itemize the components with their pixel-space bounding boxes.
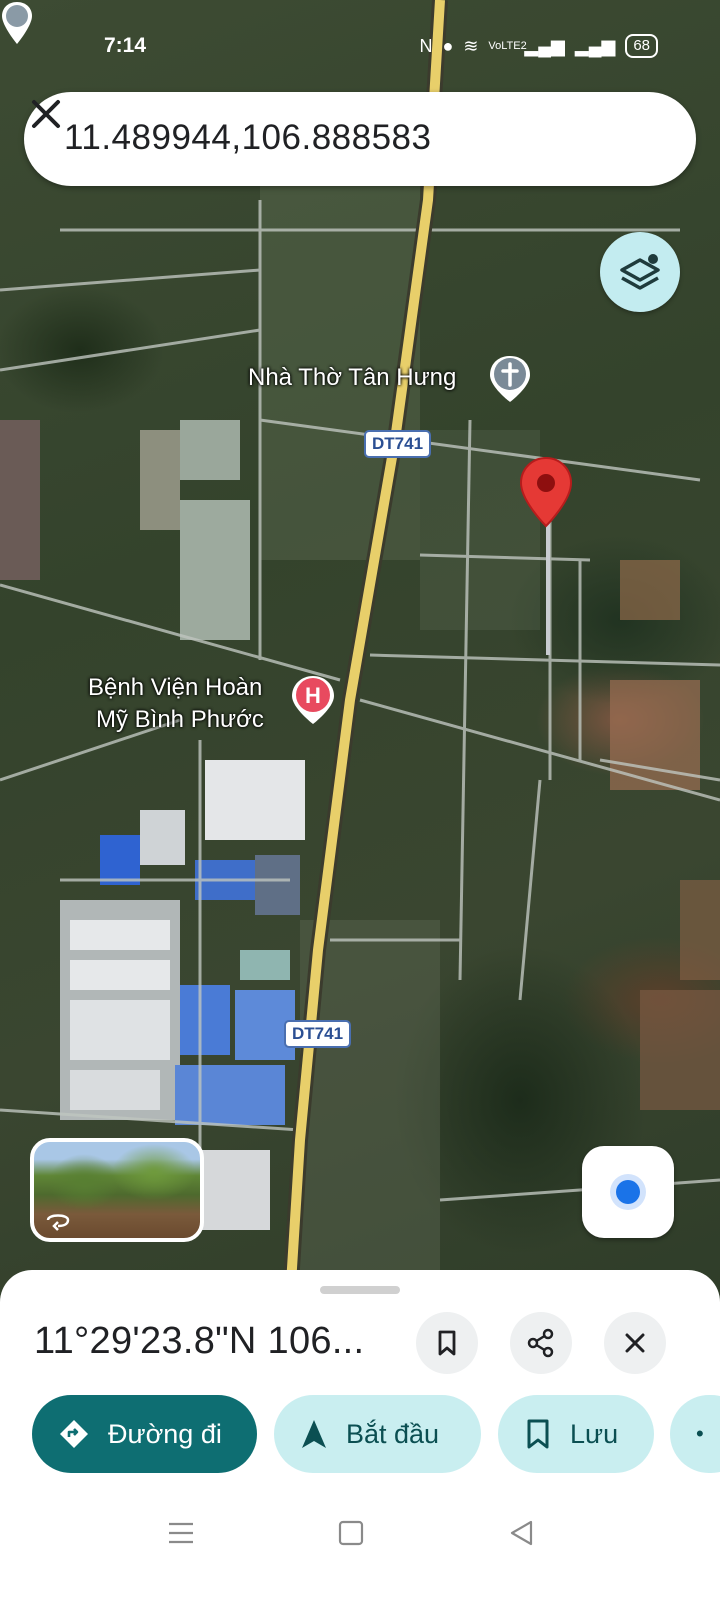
bookmark-button[interactable] — [416, 1312, 478, 1374]
street-view-thumbnail[interactable] — [30, 1138, 204, 1242]
road-shield-dt741-top: DT741 — [364, 430, 432, 458]
home-icon[interactable] — [336, 1518, 366, 1548]
hospital-label-line2[interactable]: Mỹ Bình Phước — [96, 706, 264, 734]
hospital-label-line1[interactable]: Bệnh Viện Hoàn — [88, 674, 262, 702]
network-label: VoLTE2 — [488, 39, 527, 52]
navigation-arrow-icon — [302, 1420, 326, 1448]
status-bar: 7:14 N ● ≋ VoLTE2 ▂▄▆ ▂▄▆ 68 — [0, 30, 720, 66]
share-button[interactable] — [510, 1312, 572, 1374]
save-label: Lưu — [570, 1418, 619, 1449]
my-location-button[interactable] — [582, 1146, 674, 1238]
directions-button[interactable]: Đường đi — [32, 1395, 257, 1473]
hospital-icon[interactable]: H — [290, 674, 336, 726]
status-time: 7:14 — [104, 34, 147, 57]
signal-icon-2: ▂▄▆ — [574, 35, 616, 56]
save-button[interactable]: Lưu — [498, 1395, 654, 1473]
action-row: Đường đi Bắt đầu Lưu • — [32, 1395, 720, 1475]
close-icon — [625, 1333, 645, 1353]
nfc-icon: N — [419, 35, 433, 56]
close-icon[interactable] — [24, 92, 68, 136]
satellite-imagery — [0, 0, 720, 1300]
road-shield-dt741-bottom: DT741 — [284, 1020, 352, 1048]
back-icon[interactable] — [506, 1518, 536, 1548]
pegman-icon[interactable] — [0, 0, 34, 48]
start-label: Bắt đầu — [346, 1418, 440, 1449]
layers-button[interactable] — [600, 232, 680, 312]
location-status-icon: ● — [442, 35, 454, 56]
wifi-icon: ≋ — [463, 35, 479, 56]
menu-icon[interactable] — [166, 1518, 196, 1548]
search-bar[interactable]: 11.489944,106.888583 — [24, 92, 696, 186]
system-nav-bar — [0, 1480, 720, 1600]
search-input[interactable]: 11.489944,106.888583 — [64, 118, 432, 158]
map-view[interactable]: 7:14 N ● ≋ VoLTE2 ▂▄▆ ▂▄▆ 68 11.489944,1… — [0, 0, 720, 1300]
share-icon — [527, 1328, 554, 1358]
directions-icon — [60, 1420, 88, 1448]
my-location-icon — [616, 1180, 640, 1204]
more-icon: • — [696, 1421, 704, 1446]
directions-label: Đường đi — [108, 1418, 222, 1449]
place-title: 11°29'23.8"N 106... — [34, 1320, 365, 1362]
status-icons: N ● ≋ VoLTE2 ▂▄▆ ▂▄▆ 68 — [419, 34, 658, 58]
start-button[interactable]: Bắt đầu — [274, 1395, 481, 1473]
location-pin-icon[interactable] — [518, 456, 574, 528]
signal-icon: ▂▄▆ — [524, 35, 565, 56]
battery-indicator: 68 — [625, 34, 658, 58]
bookmark-icon — [527, 1419, 549, 1449]
drag-handle[interactable] — [320, 1286, 400, 1294]
rotate-360-icon — [46, 1214, 70, 1231]
layers-icon — [620, 254, 660, 290]
church-icon[interactable] — [488, 354, 532, 404]
more-actions-button[interactable]: • — [670, 1395, 720, 1473]
svg-text:H: H — [305, 683, 321, 708]
bookmark-icon — [438, 1330, 456, 1356]
close-sheet-button[interactable] — [604, 1312, 666, 1374]
church-label[interactable]: Nhà Thờ Tân Hưng — [248, 364, 456, 392]
